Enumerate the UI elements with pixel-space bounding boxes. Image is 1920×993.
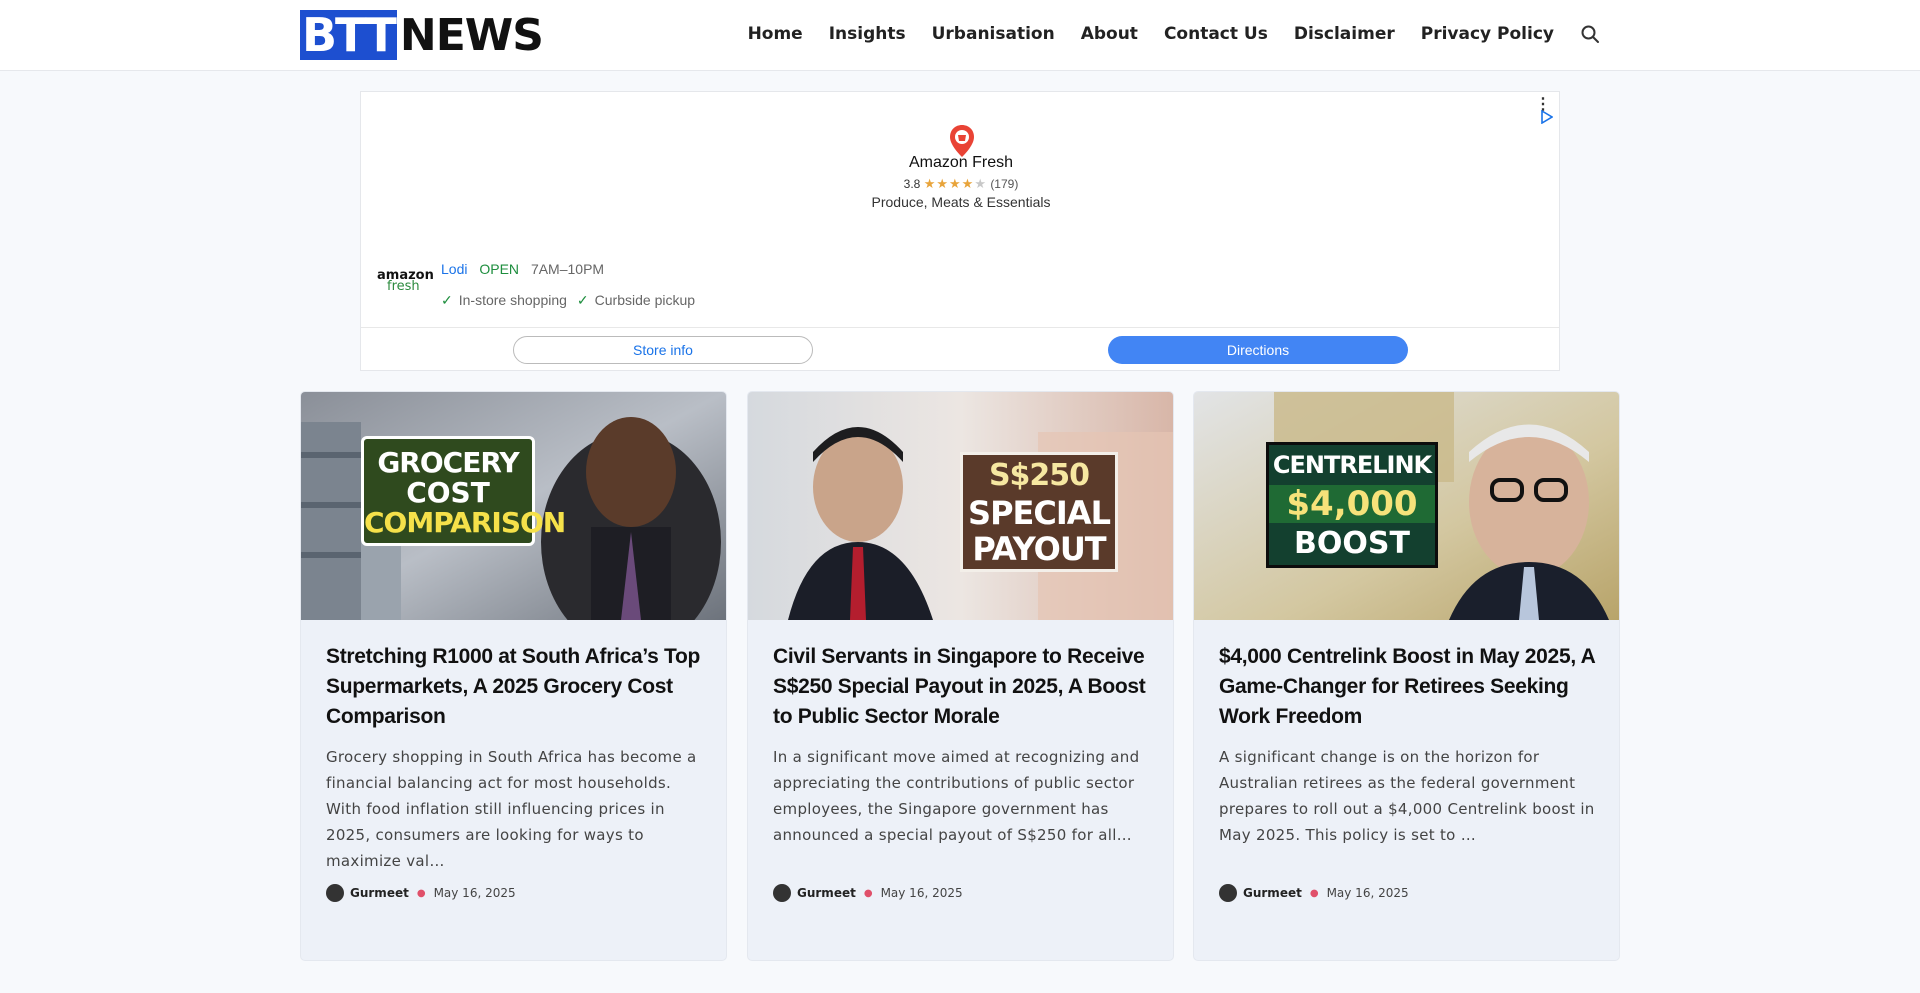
article-title[interactable]: $4,000 Centrelink Boost in May 2025, A G… <box>1219 642 1604 732</box>
article-meta: Gurmeet ● May 16, 2025 <box>773 884 963 902</box>
nav-about[interactable]: About <box>1081 24 1138 44</box>
overlay-line: $4,000 <box>1269 485 1435 523</box>
article-excerpt: A significant change is on the horizon f… <box>1219 748 1595 844</box>
article-thumbnail[interactable]: CENTRELINK $4,000 BOOST <box>1194 392 1619 620</box>
overlay-line: BOOST <box>1294 526 1410 561</box>
overlay-line: S$250 <box>988 458 1090 493</box>
separator-dot: ● <box>863 887 873 899</box>
separator-dot: ● <box>416 887 426 899</box>
ad-banner[interactable]: ⋮ Amazon Fresh 3.8 ★★★★★ (179) Produce, … <box>360 91 1560 371</box>
logo-news: NEWS <box>399 9 544 61</box>
ad-review-count: (179) <box>990 177 1019 191</box>
feature-label: In-store shopping <box>458 292 567 308</box>
amazon-fresh-logo: amazon fresh <box>377 268 434 306</box>
ad-features: ✓ In-store shopping ✓ Curbside pickup <box>441 292 695 309</box>
article-title[interactable]: Stretching R1000 at South Africa’s Top S… <box>326 642 711 732</box>
article-thumbnail[interactable]: GROCERY COST COMPARISON <box>301 392 726 620</box>
ad-category: Produce, Meats & Essentials <box>871 194 1051 210</box>
article-date: May 16, 2025 <box>433 886 516 900</box>
nav-home[interactable]: Home <box>748 24 803 44</box>
feature-item: ✓ In-store shopping <box>441 292 567 309</box>
overlay-line: GROCERY <box>377 446 519 479</box>
article-meta: Gurmeet ● May 16, 2025 <box>1219 884 1409 902</box>
article-date: May 16, 2025 <box>880 886 963 900</box>
article-author[interactable]: Gurmeet <box>1243 886 1302 900</box>
overlay-line: COST <box>406 476 490 509</box>
overlay-line: PAYOUT <box>972 530 1106 568</box>
overlay-line: CENTRELINK <box>1272 451 1432 479</box>
logo-btt: BTT <box>300 8 397 62</box>
ad-open-status: OPEN <box>479 261 520 277</box>
site-logo[interactable]: BTT NEWS <box>300 8 544 62</box>
article-title[interactable]: Civil Servants in Singapore to Receive S… <box>773 642 1158 732</box>
article-author[interactable]: Gurmeet <box>350 886 409 900</box>
author-avatar[interactable] <box>326 884 344 902</box>
nav-urbanisation[interactable]: Urbanisation <box>932 24 1055 44</box>
nav-contact-us[interactable]: Contact Us <box>1164 24 1268 44</box>
overlay-line: COMPARISON <box>364 506 566 539</box>
search-icon[interactable] <box>1580 24 1600 44</box>
overlay-line: SPECIAL <box>968 494 1111 532</box>
article-card[interactable]: S$250 SPECIAL PAYOUT Civil Servants in S… <box>748 392 1173 960</box>
article-excerpt: In a significant move aimed at recognizi… <box>773 748 1140 844</box>
nav-privacy-policy[interactable]: Privacy Policy <box>1421 24 1554 44</box>
check-icon: ✓ <box>576 292 589 308</box>
article-excerpt: Grocery shopping in South Africa has bec… <box>326 748 697 870</box>
star-rating-icon: ★★★★★ <box>923 176 987 191</box>
article-meta: Gurmeet ● May 16, 2025 <box>326 884 516 902</box>
author-avatar[interactable] <box>773 884 791 902</box>
article-thumbnail[interactable]: S$250 SPECIAL PAYOUT <box>748 392 1173 620</box>
nav-disclaimer[interactable]: Disclaimer <box>1294 24 1395 44</box>
directions-button[interactable]: Directions <box>1108 336 1408 364</box>
article-date: May 16, 2025 <box>1326 886 1409 900</box>
map-pin-icon <box>950 125 974 157</box>
main-nav: Home Insights Urbanisation About Contact… <box>722 0 1600 68</box>
ad-rating-value: 3.8 <box>903 177 921 191</box>
ad-rating: 3.8 ★★★★★ (179) <box>361 176 1561 192</box>
thumbnail-overlay: S$250 SPECIAL PAYOUT <box>960 452 1118 572</box>
article-card[interactable]: CENTRELINK $4,000 BOOST $4,000 Centrelin… <box>1194 392 1619 960</box>
adchoices-icon[interactable] <box>1541 110 1553 124</box>
author-avatar[interactable] <box>1219 884 1237 902</box>
separator-dot: ● <box>1309 887 1319 899</box>
thumbnail-overlay: CENTRELINK $4,000 BOOST <box>1266 442 1438 568</box>
ad-hours: 7AM–10PM <box>530 261 605 277</box>
check-icon: ✓ <box>441 292 453 308</box>
article-card[interactable]: GROCERY COST COMPARISON Stretching R1000… <box>301 392 726 960</box>
store-info-button[interactable]: Store info <box>513 336 813 364</box>
ad-city[interactable]: Lodi <box>441 261 467 277</box>
site-header: BTT NEWS Home Insights Urbanisation Abou… <box>0 0 1920 71</box>
nav-insights[interactable]: Insights <box>829 24 906 44</box>
ad-store-name: Amazon Fresh <box>908 154 1014 171</box>
thumbnail-overlay: GROCERY COST COMPARISON <box>361 436 566 546</box>
feature-item: ✓ Curbside pickup <box>577 292 695 309</box>
ad-location: Lodi OPEN 7AM–10PM <box>441 261 604 277</box>
divider <box>361 327 1559 328</box>
feature-label: Curbside pickup <box>594 292 696 308</box>
article-author[interactable]: Gurmeet <box>797 886 856 900</box>
